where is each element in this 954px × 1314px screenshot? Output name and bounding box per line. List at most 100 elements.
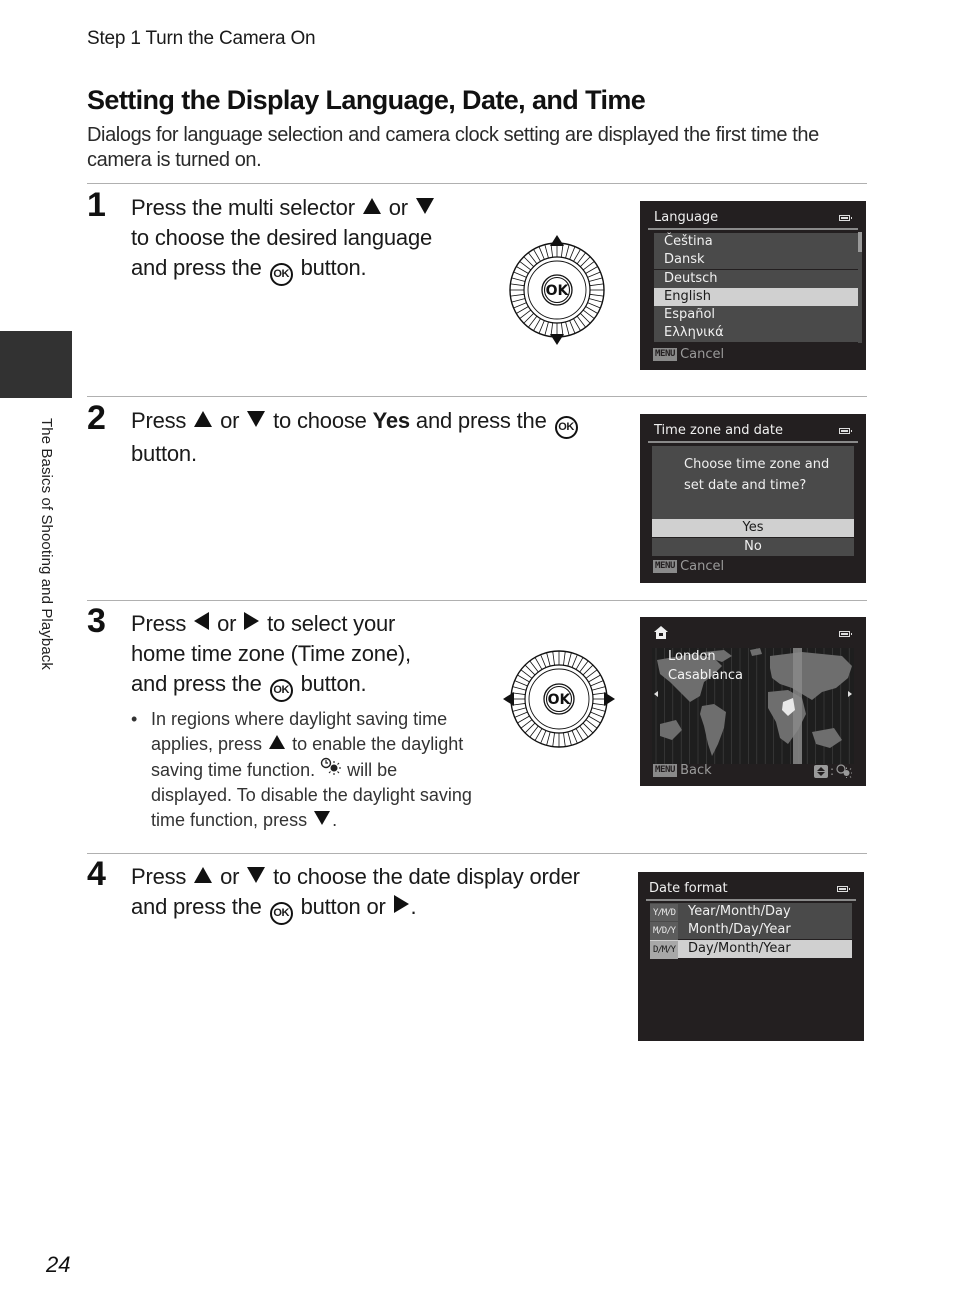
step-text: home time zone (Time zone), [131, 641, 411, 666]
right-arrow-icon[interactable] [848, 691, 852, 697]
step-4-instruction: Press or to choose the date display orde… [131, 862, 621, 925]
back-label: Back [680, 763, 712, 778]
note-text: . [332, 810, 338, 830]
intro-text: Dialogs for language selection and camer… [87, 124, 819, 171]
divider [87, 396, 867, 397]
language-option[interactable]: Dansk [654, 251, 858, 269]
language-screen: Language Čeština Dansk Deutsch English E… [640, 201, 866, 370]
step-text: and press the [415, 408, 547, 433]
menu-button-icon: MENU [653, 560, 678, 573]
city-name: Casablanca [668, 668, 743, 683]
step-text: Press [131, 408, 187, 433]
ymd-icon: Y/M/D [650, 904, 678, 922]
dst-note: • In regions where daylight saving time … [131, 707, 476, 833]
title-rule [648, 441, 858, 443]
down-triangle-icon [550, 334, 564, 345]
step-number: 1 [87, 186, 106, 224]
step-number: 4 [87, 855, 106, 893]
section-title: Setting the Display Language, Date, and … [87, 85, 646, 115]
step-text: to choose the desired language [131, 225, 433, 250]
yes-option[interactable]: Yes [652, 519, 854, 537]
step-text: Press [131, 611, 187, 636]
down-triangle-icon [247, 411, 266, 427]
city-name: London [668, 649, 716, 664]
ok-button-icon: OK [554, 415, 578, 439]
step-text: or [220, 408, 240, 433]
daylight-saving-icon [836, 764, 852, 778]
ok-button-icon: OK [269, 901, 293, 925]
option-label: Month/Day/Year [688, 922, 791, 937]
battery-icon [839, 428, 852, 434]
step-3-instruction: Press or to select your home time zone (… [131, 609, 471, 702]
left-triangle-icon [194, 612, 210, 630]
dial-ring: OK [510, 650, 608, 748]
language-option[interactable]: Ελληνικά [654, 324, 858, 342]
option-label: Day/Month/Year [688, 941, 791, 956]
battery-icon [837, 886, 850, 892]
yes-emphasis: Yes [372, 408, 411, 433]
mdy-icon: M/D/Y [650, 922, 678, 940]
language-option[interactable]: Deutsch [654, 270, 858, 288]
ok-label: OK [548, 692, 572, 708]
up-triangle-icon [550, 235, 564, 246]
right-triangle-icon [604, 692, 615, 706]
step-text: and press the [131, 894, 262, 919]
option-label: Year/Month/Day [688, 904, 791, 919]
battery-icon [839, 631, 852, 637]
continents [657, 648, 852, 756]
down-triangle-icon [247, 867, 266, 883]
selected-zone-band [793, 648, 802, 764]
language-option[interactable]: Čeština [654, 233, 858, 251]
cancel-label: Cancel [680, 347, 725, 362]
step-text: Press the multi selector [131, 195, 355, 220]
screen-title: Date format [649, 881, 728, 896]
step-text: and press the [131, 255, 262, 280]
step-text: button or [300, 894, 386, 919]
bullet-marker: • [131, 709, 138, 729]
step-number: 3 [87, 602, 106, 640]
step-text: or [217, 611, 237, 636]
page-number: 24 [46, 1252, 71, 1277]
step-number: 2 [87, 399, 106, 437]
cancel-hint[interactable]: MENU Cancel [653, 559, 724, 574]
colon-separator: : [829, 764, 834, 778]
world-map[interactable] [652, 648, 854, 764]
battery-icon [839, 215, 852, 221]
timezone-date-screen: Time zone and date Choose time zone and … [640, 414, 866, 583]
down-triangle-icon [415, 198, 434, 214]
ok-button-icon: OK [269, 262, 293, 286]
multi-selector-dial: OK [503, 650, 615, 748]
daylight-saving-icon [320, 757, 342, 783]
language-option[interactable]: Español [654, 306, 858, 324]
back-hint[interactable]: MENU Back [653, 763, 712, 778]
step-text: Press [131, 864, 187, 889]
language-option-selected[interactable]: English [654, 288, 858, 306]
screen-title: Language [654, 210, 719, 225]
up-down-selector-icon [813, 764, 828, 778]
left-triangle-icon [503, 692, 514, 706]
no-option[interactable]: No [652, 538, 854, 556]
multi-selector-dial: OK [509, 235, 605, 345]
dst-toggle-hint[interactable]: : [813, 764, 852, 778]
date-format-option[interactable]: M/D/Y Month/Day/Year [650, 921, 852, 940]
cancel-label: Cancel [680, 559, 725, 574]
step-1-instruction: Press the multi selector or to choose th… [131, 193, 481, 286]
step-text: or [220, 864, 240, 889]
scrollbar[interactable] [858, 232, 862, 343]
dmy-icon: D/M/Y [650, 941, 678, 959]
step-text: button. [131, 440, 197, 466]
date-format-option-selected[interactable]: D/M/Y Day/Month/Year [650, 940, 852, 959]
ok-button-icon: OK [269, 678, 293, 702]
date-format-option[interactable]: Y/M/D Year/Month/Day [650, 903, 852, 922]
screen-title: Time zone and date [654, 423, 783, 438]
cancel-hint[interactable]: MENU Cancel [653, 347, 724, 362]
step-text: to select your [267, 611, 396, 636]
scroll-thumb[interactable] [858, 232, 862, 252]
step-text: . [410, 894, 417, 919]
divider [87, 600, 867, 601]
up-triangle-icon [362, 198, 381, 214]
chapter-tab [0, 331, 72, 398]
up-triangle-icon [194, 867, 213, 883]
chapter-label: The Basics of Shooting and Playback [38, 418, 55, 670]
ok-label: OK [546, 283, 570, 299]
